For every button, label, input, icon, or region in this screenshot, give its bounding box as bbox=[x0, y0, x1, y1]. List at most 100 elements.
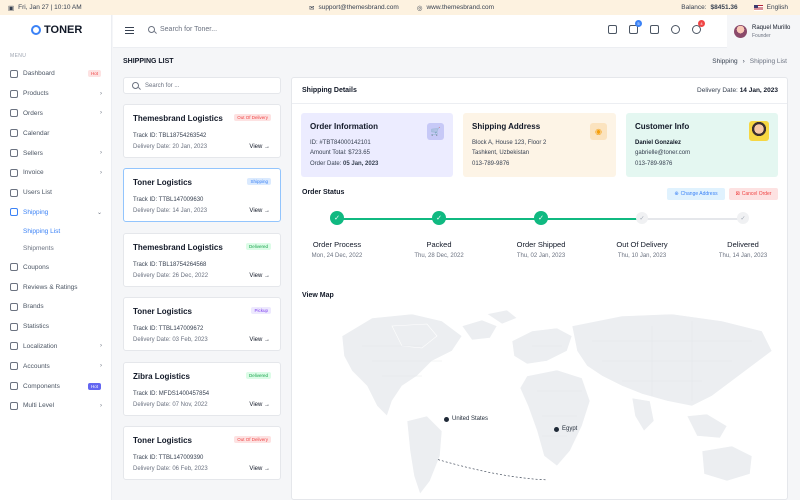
shipping-card[interactable]: Themesbrand Logistics Out Of Delivery Trac… bbox=[123, 104, 281, 158]
sidebar-item-label: Users List bbox=[23, 189, 52, 197]
world-map[interactable] bbox=[332, 306, 782, 496]
address-line1: Block A, House 123, Floor 2 bbox=[472, 140, 547, 146]
card-delivery-date: Delivery Date: 20 Jan, 2023 bbox=[133, 144, 208, 150]
status-step-name: Packed bbox=[426, 240, 452, 249]
status-step-date: Thu, 14 Jan, 2023 bbox=[718, 253, 768, 259]
world-map-land bbox=[341, 309, 773, 495]
theme-toggle-icon[interactable] bbox=[671, 25, 680, 34]
header-search[interactable]: Search for Toner... bbox=[148, 26, 217, 33]
card-company-name: Toner Logistics bbox=[133, 436, 192, 445]
fullscreen-icon[interactable] bbox=[650, 25, 659, 34]
order-status-title: Order Status bbox=[302, 189, 345, 196]
list-search-input[interactable]: Search for ... bbox=[123, 77, 281, 94]
sidebar-item-invoice[interactable]: Invoice › bbox=[0, 163, 112, 183]
pending-check-icon: ✓ bbox=[636, 212, 648, 224]
notification-count-badge: 4 bbox=[698, 20, 705, 27]
status-step-date: Thu, 10 Jan, 2023 bbox=[617, 253, 667, 259]
sidebar-subitem-shipments[interactable]: Shipments bbox=[0, 240, 112, 258]
sidebar-item-orders[interactable]: Orders › bbox=[0, 104, 112, 124]
page-title: SHIPPING LIST bbox=[123, 58, 174, 65]
sidebar-item-label: Localization bbox=[23, 342, 58, 350]
cancel-icon: ⊠ bbox=[735, 191, 740, 197]
shipping-card[interactable]: Toner Logistics Out Of Delivery Track ID: … bbox=[123, 426, 281, 480]
sidebar-item-label: Invoice bbox=[23, 169, 44, 177]
details-title: Shipping Details bbox=[302, 87, 357, 94]
marker-egypt[interactable]: Egypt bbox=[554, 426, 577, 432]
chevron-down-icon: ⌄ bbox=[96, 209, 102, 216]
sidebar-item-multi-level[interactable]: Multi Level › bbox=[0, 396, 112, 416]
sidebar-item-label: Brands bbox=[23, 303, 44, 311]
customer-email: gabrielle@toner.com bbox=[635, 150, 691, 156]
card-track-id: Track ID: TTBL147009390 bbox=[133, 455, 204, 461]
order-date: Order Date: 05 Jan, 2023 bbox=[310, 161, 379, 167]
customer-photo bbox=[749, 121, 769, 141]
calendar-icon bbox=[10, 129, 18, 138]
language-selector[interactable]: English bbox=[753, 4, 788, 11]
status-step-name: Order Shipped bbox=[516, 240, 566, 249]
sidebar-item-accounts[interactable]: Accounts › bbox=[0, 356, 112, 376]
view-link[interactable]: View → bbox=[249, 466, 270, 472]
cart-icon: 🛒 bbox=[427, 123, 444, 140]
status-step-name: Order Process bbox=[312, 240, 362, 249]
sidebar-nav: Dashboard Hot Products › Orders › Calendar Sell… bbox=[0, 64, 112, 416]
website-link[interactable]: ◎ www.themesbrand.com bbox=[417, 4, 494, 12]
view-link[interactable]: View → bbox=[249, 273, 270, 279]
sidebar-item-products[interactable]: Products › bbox=[0, 84, 112, 104]
shipping-card[interactable]: Zibra Logistics Delivered Track ID: MFDS14… bbox=[123, 361, 281, 416]
card-company-name: Themesbrand Logistics bbox=[133, 242, 223, 252]
breadcrumb-current: Shipping List bbox=[749, 58, 787, 65]
chevron-right-icon: › bbox=[100, 90, 102, 97]
sidebar-item-coupons[interactable]: Coupons bbox=[0, 257, 112, 277]
sidebar-item-calendar[interactable]: Calendar bbox=[0, 123, 112, 143]
view-link[interactable]: View → bbox=[249, 402, 270, 408]
sidebar-item-dashboard[interactable]: Dashboard Hot bbox=[0, 64, 112, 84]
shipping-card[interactable]: Toner Logistics Pickup Track ID: TTBL14700… bbox=[123, 297, 281, 352]
notification-bell-icon[interactable]: 4 bbox=[692, 20, 705, 34]
sidebar-subitem-shipping-list[interactable]: Shipping List bbox=[0, 222, 112, 240]
map-marker-icon bbox=[444, 416, 449, 422]
user-name: Raquel Murillo bbox=[752, 24, 791, 31]
sidebar-item-reviews-ratings[interactable]: Reviews & Ratings bbox=[0, 277, 112, 297]
user-profile-menu[interactable]: Raquel Murillo Founder bbox=[727, 15, 800, 48]
list-search-placeholder: Search for ... bbox=[145, 82, 180, 89]
logo-icon bbox=[31, 25, 41, 35]
customer-name: Daniel Gonzalez bbox=[635, 140, 682, 146]
sidebar-item-label: Calendar bbox=[23, 129, 50, 137]
breadcrumb-shipping[interactable]: Shipping bbox=[712, 58, 737, 65]
chevron-right-icon: › bbox=[100, 402, 102, 409]
brand-name: TONER bbox=[44, 24, 83, 36]
card-track-id: Track ID: TBL18754264568 bbox=[133, 261, 207, 268]
apps-grid-icon[interactable] bbox=[608, 25, 617, 34]
brand-logo[interactable]: TONER bbox=[31, 24, 82, 36]
sidebar-item-shipping[interactable]: Shipping ⌄ bbox=[0, 203, 112, 223]
view-link[interactable]: View → bbox=[249, 337, 270, 343]
hot-badge: Hot bbox=[87, 382, 101, 390]
support-email[interactable]: ✉ support@themesbrand.com bbox=[309, 4, 399, 12]
address-line2: Tashkent, Uzbekistan bbox=[472, 150, 530, 156]
sidebar-item-components[interactable]: Components Hot bbox=[0, 376, 112, 396]
view-link[interactable]: View → bbox=[249, 144, 270, 150]
hamburger-menu-icon[interactable] bbox=[125, 27, 134, 34]
cancel-order-button[interactable]: ⊠ Cancel Order bbox=[729, 188, 778, 200]
cart-icon[interactable]: 5 bbox=[629, 20, 642, 34]
sidebar-item-statistics[interactable]: Statistics bbox=[0, 317, 112, 337]
sidebar-item-brands[interactable]: Brands bbox=[0, 297, 112, 317]
chevron-right-icon: › bbox=[100, 150, 102, 157]
marker-united-states[interactable]: United States bbox=[444, 416, 488, 422]
brands-icon bbox=[10, 302, 18, 311]
shipping-card[interactable]: Toner Logistics Shipping Track ID: TTBL147… bbox=[123, 168, 281, 223]
sidebar-item-users-list[interactable]: Users List bbox=[0, 183, 112, 203]
sidebar-item-label: Dashboard bbox=[23, 70, 55, 78]
card-company-name: Toner Logistics bbox=[133, 307, 192, 317]
shipping-card[interactable]: Themesbrand Logistics Delivered Track ID: … bbox=[123, 232, 281, 287]
view-link[interactable]: View → bbox=[249, 208, 270, 214]
top-info-bar: ▣ Fri, Jan 27 | 10:10 AM ✉ support@themes… bbox=[0, 0, 800, 15]
sidebar-item-sellers[interactable]: Sellers › bbox=[0, 143, 112, 163]
order-amount: Amount Total: $723.65 bbox=[310, 150, 370, 156]
datetime: ▣ Fri, Jan 27 | 10:10 AM bbox=[8, 4, 82, 12]
change-address-button[interactable]: ⊕ Change Address bbox=[667, 188, 725, 200]
header: Search for Toner... 5 4 Raquel Murillo F… bbox=[113, 15, 800, 48]
check-circle-icon: ✓ bbox=[432, 211, 446, 225]
sidebar-item-localization[interactable]: Localization › bbox=[0, 337, 112, 357]
location-icon: ⊕ bbox=[674, 191, 679, 197]
